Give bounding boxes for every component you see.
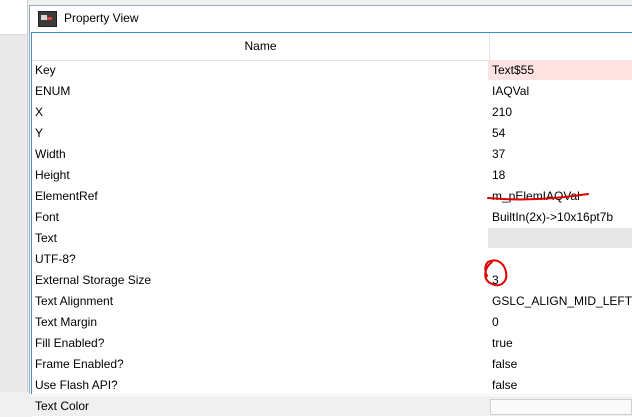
property-value[interactable]: 0 <box>488 312 632 332</box>
property-row[interactable]: Use Flash API? false <box>32 375 632 396</box>
left-panel-header <box>0 0 28 35</box>
property-name: Text Alignment <box>35 294 114 308</box>
window-title: Property View <box>64 11 139 25</box>
property-name: Fill Enabled? <box>35 336 105 350</box>
property-name: Frame Enabled? <box>35 357 124 371</box>
property-row[interactable]: Y 54 <box>32 123 632 144</box>
property-value[interactable]: false <box>488 354 632 374</box>
property-value[interactable]: 18 <box>488 165 632 185</box>
property-name: Key <box>35 63 56 77</box>
left-panel-border <box>27 0 28 392</box>
property-value[interactable] <box>488 396 632 416</box>
property-name: Use Flash API? <box>35 378 118 392</box>
property-name: Text <box>35 231 58 245</box>
property-row[interactable]: UTF-8? <box>32 249 632 270</box>
property-row[interactable]: ENUM IAQVal <box>32 81 632 102</box>
property-value[interactable]: 37 <box>488 144 632 164</box>
column-header-name[interactable]: Name <box>32 33 490 60</box>
color-swatch[interactable] <box>490 399 632 415</box>
property-name: External Storage Size <box>35 273 152 287</box>
property-value-text: BuiltIn(2x)->10x16pt7b <box>492 210 614 224</box>
property-value-text: 37 <box>492 147 506 161</box>
property-row[interactable]: X 210 <box>32 102 632 123</box>
property-value[interactable] <box>488 228 632 248</box>
property-value-text: IAQVal <box>492 84 530 98</box>
property-name: Height <box>35 168 70 182</box>
column-header-value[interactable] <box>490 33 632 60</box>
property-name: Font <box>35 210 60 224</box>
property-value-text: 54 <box>492 126 506 140</box>
property-value-text: false <box>492 357 518 371</box>
property-value[interactable]: 210 <box>488 102 632 122</box>
property-value[interactable]: IAQVal <box>488 81 632 101</box>
property-row[interactable]: Text Color <box>32 396 632 417</box>
property-value[interactable]: true <box>488 333 632 353</box>
property-row[interactable]: Width 37 <box>32 144 632 165</box>
property-name: X <box>35 105 44 119</box>
property-view-window: Property View Name Key Text$55 ENUM IAQVal X… <box>29 5 632 417</box>
property-row[interactable]: ElementRef m_pElemIAQVal <box>32 186 632 207</box>
property-row[interactable]: Fill Enabled? true <box>32 333 632 354</box>
property-value-text: 3 <box>492 273 499 287</box>
property-name: Y <box>35 126 44 140</box>
property-row[interactable]: Frame Enabled? false <box>32 354 632 375</box>
property-value[interactable]: 54 <box>488 123 632 143</box>
property-rows: Key Text$55 ENUM IAQVal X 210 Y 54 Width 37 Height… <box>32 60 632 417</box>
property-row[interactable]: Font BuiltIn(2x)->10x16pt7b <box>32 207 632 228</box>
property-value-text: 0 <box>492 315 499 329</box>
property-name: Text Color <box>35 399 90 413</box>
left-panel-edge <box>0 0 28 392</box>
property-value[interactable]: 3 <box>488 270 632 290</box>
property-value[interactable]: m_pElemIAQVal <box>488 186 632 206</box>
property-name: Text Margin <box>35 315 98 329</box>
property-name: ENUM <box>35 84 71 98</box>
property-value[interactable]: BuiltIn(2x)->10x16pt7b <box>488 207 632 227</box>
property-grid: Name Key Text$55 ENUM IAQVal X 210 Y 54 Width 37 H… <box>31 32 632 417</box>
property-name: UTF-8? <box>35 252 76 266</box>
property-value-text: Text$55 <box>492 63 535 77</box>
property-value[interactable] <box>488 249 632 269</box>
property-value-text: m_pElemIAQVal <box>492 189 580 203</box>
property-value-text: false <box>492 378 518 392</box>
property-name: Width <box>35 147 66 161</box>
property-value-text: 210 <box>492 105 513 119</box>
property-value-text: GSLC_ALIGN_MID_LEFT <box>492 294 632 308</box>
property-row[interactable]: Text <box>32 228 632 249</box>
property-value[interactable]: false <box>488 375 632 395</box>
property-row[interactable]: External Storage Size 3 <box>32 270 632 291</box>
property-row[interactable]: Key Text$55 <box>32 60 632 81</box>
property-value-text: 18 <box>492 168 506 182</box>
property-row[interactable]: Text Alignment GSLC_ALIGN_MID_LEFT <box>32 291 632 312</box>
property-row[interactable]: Text Margin 0 <box>32 312 632 333</box>
property-value[interactable]: Text$55 <box>488 60 632 80</box>
property-view-icon <box>38 11 57 27</box>
title-bar[interactable]: Property View <box>30 6 632 32</box>
property-name: ElementRef <box>35 189 98 203</box>
grid-header: Name <box>32 33 632 61</box>
property-row[interactable]: Height 18 <box>32 165 632 186</box>
property-value-text: true <box>492 336 513 350</box>
property-value[interactable]: GSLC_ALIGN_MID_LEFT <box>488 291 632 311</box>
